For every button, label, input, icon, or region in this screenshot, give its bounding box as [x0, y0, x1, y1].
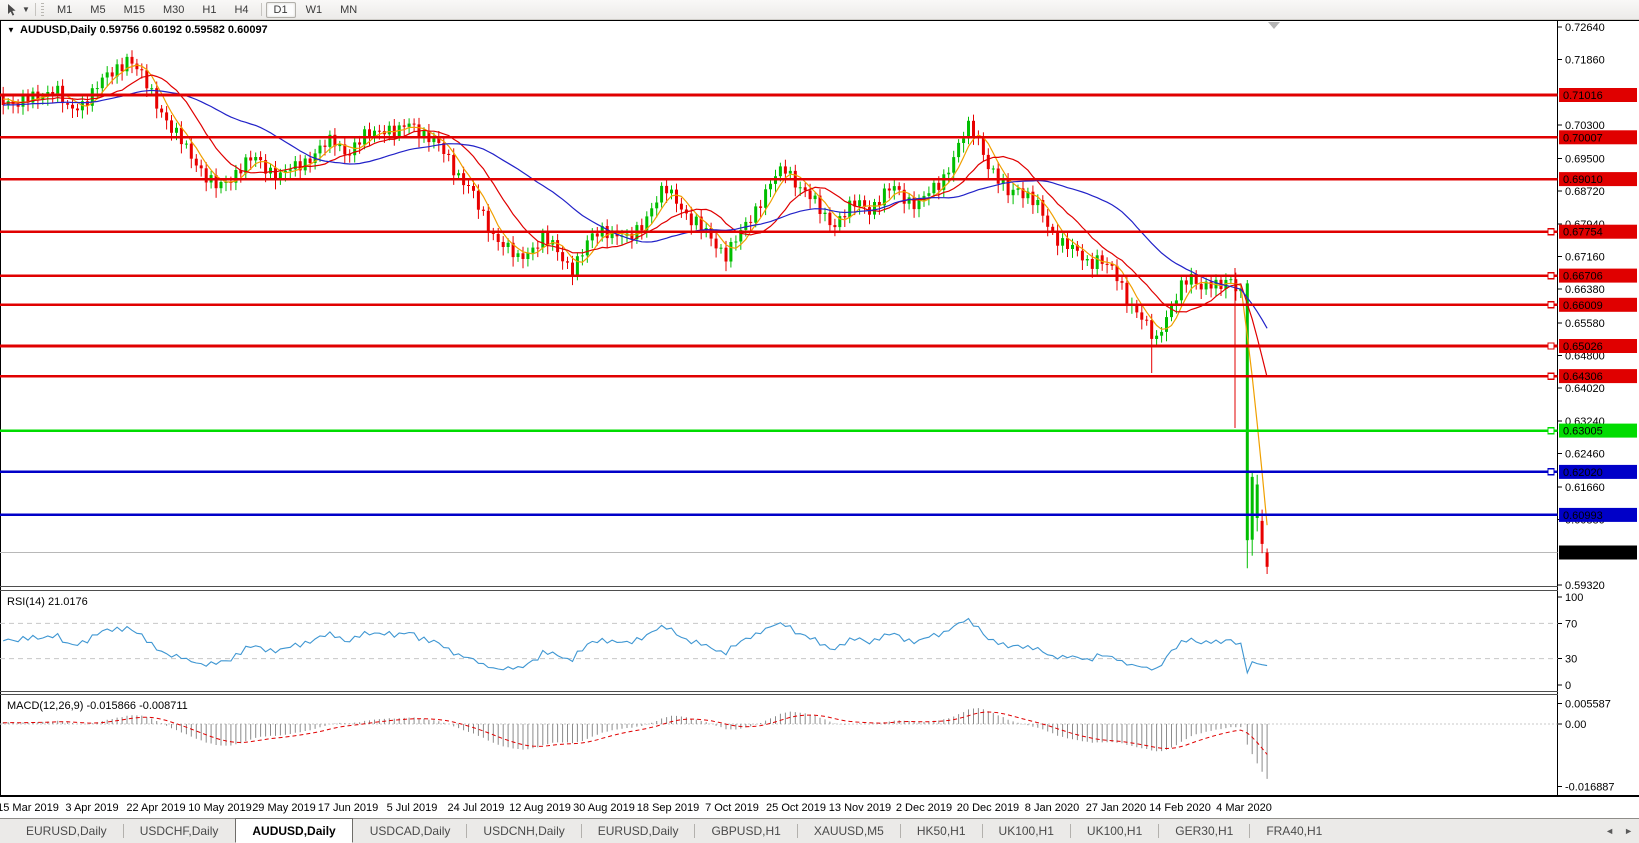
date-label: 13 Nov 2019	[829, 802, 891, 814]
rsi-axis-label: 0	[1565, 680, 1571, 692]
level-line-handle[interactable]	[1548, 302, 1554, 308]
price-tick-label: 0.69500	[1565, 154, 1605, 166]
chart-tab-usdcad-daily-3[interactable]: USDCAD,Daily	[354, 819, 467, 843]
tab-scroll-arrows: ◄ ►	[1605, 819, 1633, 843]
svg-text:0.60993: 0.60993	[1563, 510, 1603, 522]
svg-text:0.64306: 0.64306	[1563, 371, 1603, 383]
level-line-handle[interactable]	[1548, 469, 1554, 475]
date-label: 30 Aug 2019	[573, 802, 635, 814]
price-tick-label: 0.61660	[1565, 482, 1605, 494]
timeframe-button-mn[interactable]: MN	[332, 2, 365, 18]
price-tick-label: 0.67160	[1565, 252, 1605, 264]
price-tick-label: 0.72640	[1565, 22, 1605, 34]
price-tick-label: 0.66380	[1565, 284, 1605, 296]
timeframe-button-m30[interactable]: M30	[155, 2, 192, 18]
rsi-axis-label: 30	[1565, 654, 1577, 666]
timeframe-button-h4[interactable]: H4	[226, 2, 256, 18]
macd-axis-label: 0.005587	[1565, 698, 1611, 710]
timeframe-buttons: M1M5M15M30H1H4 D1W1MN	[48, 2, 366, 18]
chart-tab-eurusd-daily-5[interactable]: EURUSD,Daily	[582, 819, 695, 843]
svg-text:0.63005: 0.63005	[1563, 426, 1603, 438]
date-label: 17 Jun 2019	[318, 802, 379, 814]
date-label: 22 Apr 2019	[126, 802, 185, 814]
date-label: 27 Jan 2020	[1086, 802, 1147, 814]
price-tick-label: 0.59320	[1565, 580, 1605, 592]
timeframe-button-m5[interactable]: M5	[82, 2, 113, 18]
chart-title: AUDUSD,Daily 0.59756 0.60192 0.59582 0.6…	[20, 24, 268, 36]
toolbar-grip[interactable]	[41, 3, 44, 16]
date-label: 7 Oct 2019	[705, 802, 759, 814]
date-label: 5 Jul 2019	[387, 802, 438, 814]
timeframe-button-m15[interactable]: M15	[116, 2, 153, 18]
timeframe-button-m1[interactable]: M1	[49, 2, 80, 18]
level-line-handle[interactable]	[1548, 229, 1554, 235]
chart-tab-fra40-h1-12[interactable]: FRA40,H1	[1250, 819, 1338, 843]
rsi-axis-label: 70	[1565, 618, 1577, 630]
toolbar-separator	[35, 3, 36, 16]
chart-tab-audusd-daily-2[interactable]: AUDUSD,Daily	[235, 818, 352, 843]
chart-collapse-icon[interactable]: ▼	[7, 26, 15, 35]
chart-tab-uk100-h1-9[interactable]: UK100,H1	[983, 819, 1070, 843]
tab-scroll-left-icon[interactable]: ◄	[1605, 826, 1614, 836]
top-toolbar: ▼ M1M5M15M30H1H4 D1W1MN	[0, 0, 1639, 20]
price-tick-label: 0.70300	[1565, 120, 1605, 132]
chart-tab-usdchf-daily-1[interactable]: USDCHF,Daily	[124, 819, 235, 843]
toolbar-separator	[261, 3, 262, 16]
svg-text:0.62020: 0.62020	[1563, 467, 1603, 479]
chart-tab-usdcnh-daily-4[interactable]: USDCNH,Daily	[467, 819, 580, 843]
chart-tab-xauusd-m5-7[interactable]: XAUUSD,M5	[798, 819, 900, 843]
date-label: 18 Sep 2019	[637, 802, 699, 814]
chart-tab-uk100-h1-10[interactable]: UK100,H1	[1071, 819, 1158, 843]
level-line-handle[interactable]	[1548, 373, 1554, 379]
level-line-handle[interactable]	[1548, 273, 1554, 279]
date-label: 24 Jul 2019	[448, 802, 505, 814]
date-label: 29 May 2019	[252, 802, 316, 814]
svg-text:0.65026: 0.65026	[1563, 341, 1603, 353]
date-label: 3 Apr 2019	[65, 802, 118, 814]
tab-scroll-right-icon[interactable]: ►	[1624, 826, 1633, 836]
timeframe-button-h1[interactable]: H1	[194, 2, 224, 18]
chart-tab-hk50-h1-8[interactable]: HK50,H1	[901, 819, 982, 843]
svg-text:0.71016: 0.71016	[1563, 90, 1603, 102]
date-label: 14 Feb 2020	[1149, 802, 1211, 814]
timeframe-button-d1[interactable]: D1	[266, 2, 296, 18]
date-label: 20 Dec 2019	[957, 802, 1019, 814]
svg-text:0.66009: 0.66009	[1563, 300, 1603, 312]
date-label: 2 Dec 2019	[896, 802, 952, 814]
price-tick-label: 0.71860	[1565, 55, 1605, 67]
date-label: 15 Mar 2019	[0, 802, 59, 814]
price-tick-label: 0.64020	[1565, 383, 1605, 395]
crosshair-tool-icon[interactable]	[2, 2, 20, 17]
chart-tab-eurusd-daily-0[interactable]: EURUSD,Daily	[10, 819, 123, 843]
chart-tab-ger30-h1-11[interactable]: GER30,H1	[1159, 819, 1249, 843]
macd-axis-label: -0.016887	[1565, 781, 1615, 793]
date-label: 25 Oct 2019	[766, 802, 826, 814]
tab-list: EURUSD,DailyUSDCHF,DailyAUDUSD,DailyUSDC…	[0, 819, 1338, 843]
chart-window[interactable]: 0.726400.718600.703000.695000.687200.679…	[0, 19, 1639, 818]
svg-text:0.69010: 0.69010	[1563, 174, 1603, 186]
rsi-axis-label: 100	[1565, 592, 1583, 604]
tab-bar: EURUSD,DailyUSDCHF,DailyAUDUSD,DailyUSDC…	[0, 818, 1639, 843]
price-tick-label: 0.65580	[1565, 318, 1605, 330]
level-line-handle[interactable]	[1548, 343, 1554, 349]
macd-label: MACD(12,26,9) -0.015866 -0.008711	[7, 700, 188, 712]
date-label: 10 May 2019	[188, 802, 252, 814]
level-line-handle[interactable]	[1548, 428, 1554, 434]
date-label: 8 Jan 2020	[1025, 802, 1079, 814]
chart-plot-area[interactable]	[0, 19, 1639, 818]
timeframe-button-w1[interactable]: W1	[298, 2, 331, 18]
date-label: 4 Mar 2020	[1216, 802, 1272, 814]
svg-text:0.66706: 0.66706	[1563, 271, 1603, 283]
svg-text:0.70007: 0.70007	[1563, 132, 1603, 144]
price-tick-label: 0.68720	[1565, 186, 1605, 198]
chart-tab-gbpusd-h1-6[interactable]: GBPUSD,H1	[695, 819, 796, 843]
svg-text:0.67754: 0.67754	[1563, 227, 1603, 239]
cursor-tool-dropdown-icon[interactable]: ▼	[20, 5, 32, 14]
date-label: 12 Aug 2019	[509, 802, 571, 814]
rsi-label: RSI(14) 21.0176	[7, 596, 88, 608]
svg-text:0.60097: 0.60097	[1563, 548, 1603, 560]
macd-axis-label: 0.00	[1565, 719, 1586, 731]
price-tick-label: 0.62460	[1565, 449, 1605, 461]
